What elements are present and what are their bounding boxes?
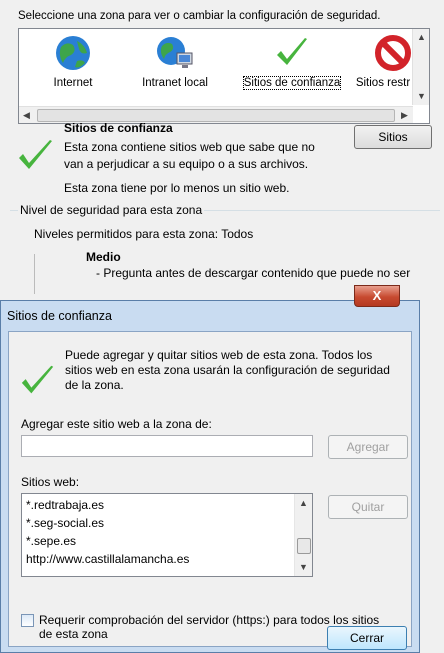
zone-label: Internet [53,77,93,89]
level-bullet: - Pregunta antes de descargar contenido … [96,266,411,280]
scroll-down-icon[interactable]: ▼ [417,91,426,101]
globe-icon [56,36,90,70]
websites-label: Sitios web: [21,475,80,489]
add-button[interactable]: Agregar [328,435,408,459]
network-globe-icon [157,37,193,68]
zone-list-vscroll[interactable]: ▲ ▼ [412,29,429,105]
list-item[interactable]: *.sepe.es [26,534,76,548]
zone-restricted[interactable]: Sitios restr [353,33,413,95]
dialog-info-line: sitios web en esta zona usarán la config… [65,363,390,377]
scroll-thumb[interactable] [297,538,311,554]
list-item[interactable]: *.seg-social.es [26,516,104,530]
checkmark-icon [19,140,52,169]
zone-description: Esta zona contiene sitios web que sabe q… [64,140,315,154]
zone-title: Sitios de confianza [64,121,173,135]
dialog-info-line: de la zona. [65,378,124,392]
zone-intranet[interactable]: Intranet local [129,33,221,95]
level-slider[interactable] [34,254,55,294]
zone-internet[interactable]: Internet [27,33,119,95]
add-site-input[interactable] [21,435,313,457]
zone-trusted[interactable]: Sitios de confianza [237,33,347,95]
zone-description: van a perjudicar a su equipo o a sus arc… [64,157,309,171]
zone-label: Sitios de confianza [242,76,342,90]
scroll-left-icon[interactable]: ◀ [23,110,30,121]
zone-site-count: Esta zona tiene por lo menos un sitio we… [64,181,290,195]
zone-list[interactable]: Internet Intranet local Sitios de confia… [18,28,430,124]
scroll-up-icon[interactable]: ▲ [299,498,308,508]
close-button[interactable]: Cerrar [327,626,407,650]
security-level-legend: Nivel de seguridad para esta zona [18,203,205,217]
websites-list[interactable]: *.redtrabaja.es *.seg-social.es *.sepe.e… [21,493,313,577]
zone-prompt: Seleccione una zona para ver o cambiar l… [18,10,381,22]
sites-button[interactable]: Sitios [354,125,432,149]
https-checkbox[interactable] [21,614,34,627]
allowed-levels: Niveles permitidos para esta zona: Todos [34,227,254,241]
scroll-right-icon[interactable]: ▶ [401,110,408,121]
trusted-sites-dialog: Sitios de confianza X Puede agregar y qu… [0,285,420,653]
dialog-body: Puede agregar y quitar sitios web de est… [8,331,412,647]
checkmark-icon [21,365,54,394]
list-item[interactable]: http://www.castillalamancha.es [26,552,189,566]
dialog-title: Sitios de confianza [7,309,112,323]
https-label-line: Requerir comprobación del servidor (http… [39,613,380,627]
list-item[interactable]: *.redtrabaja.es [26,498,104,512]
scroll-down-icon[interactable]: ▼ [299,562,308,572]
restricted-icon [375,35,411,71]
zone-label: Intranet local [142,77,208,89]
checkmark-icon [277,38,307,65]
websites-list-scrollbar[interactable]: ▲ ▼ [294,494,312,576]
remove-button[interactable]: Quitar [328,495,408,519]
scroll-up-icon[interactable]: ▲ [417,32,426,42]
close-icon[interactable]: X [354,285,400,307]
dialog-info-line: Puede agregar y quitar sitios web de est… [65,348,373,362]
zone-label: Sitios restr [355,77,411,89]
add-site-label: Agregar este sitio web a la zona de: [21,417,212,431]
level-name: Medio [86,250,121,264]
